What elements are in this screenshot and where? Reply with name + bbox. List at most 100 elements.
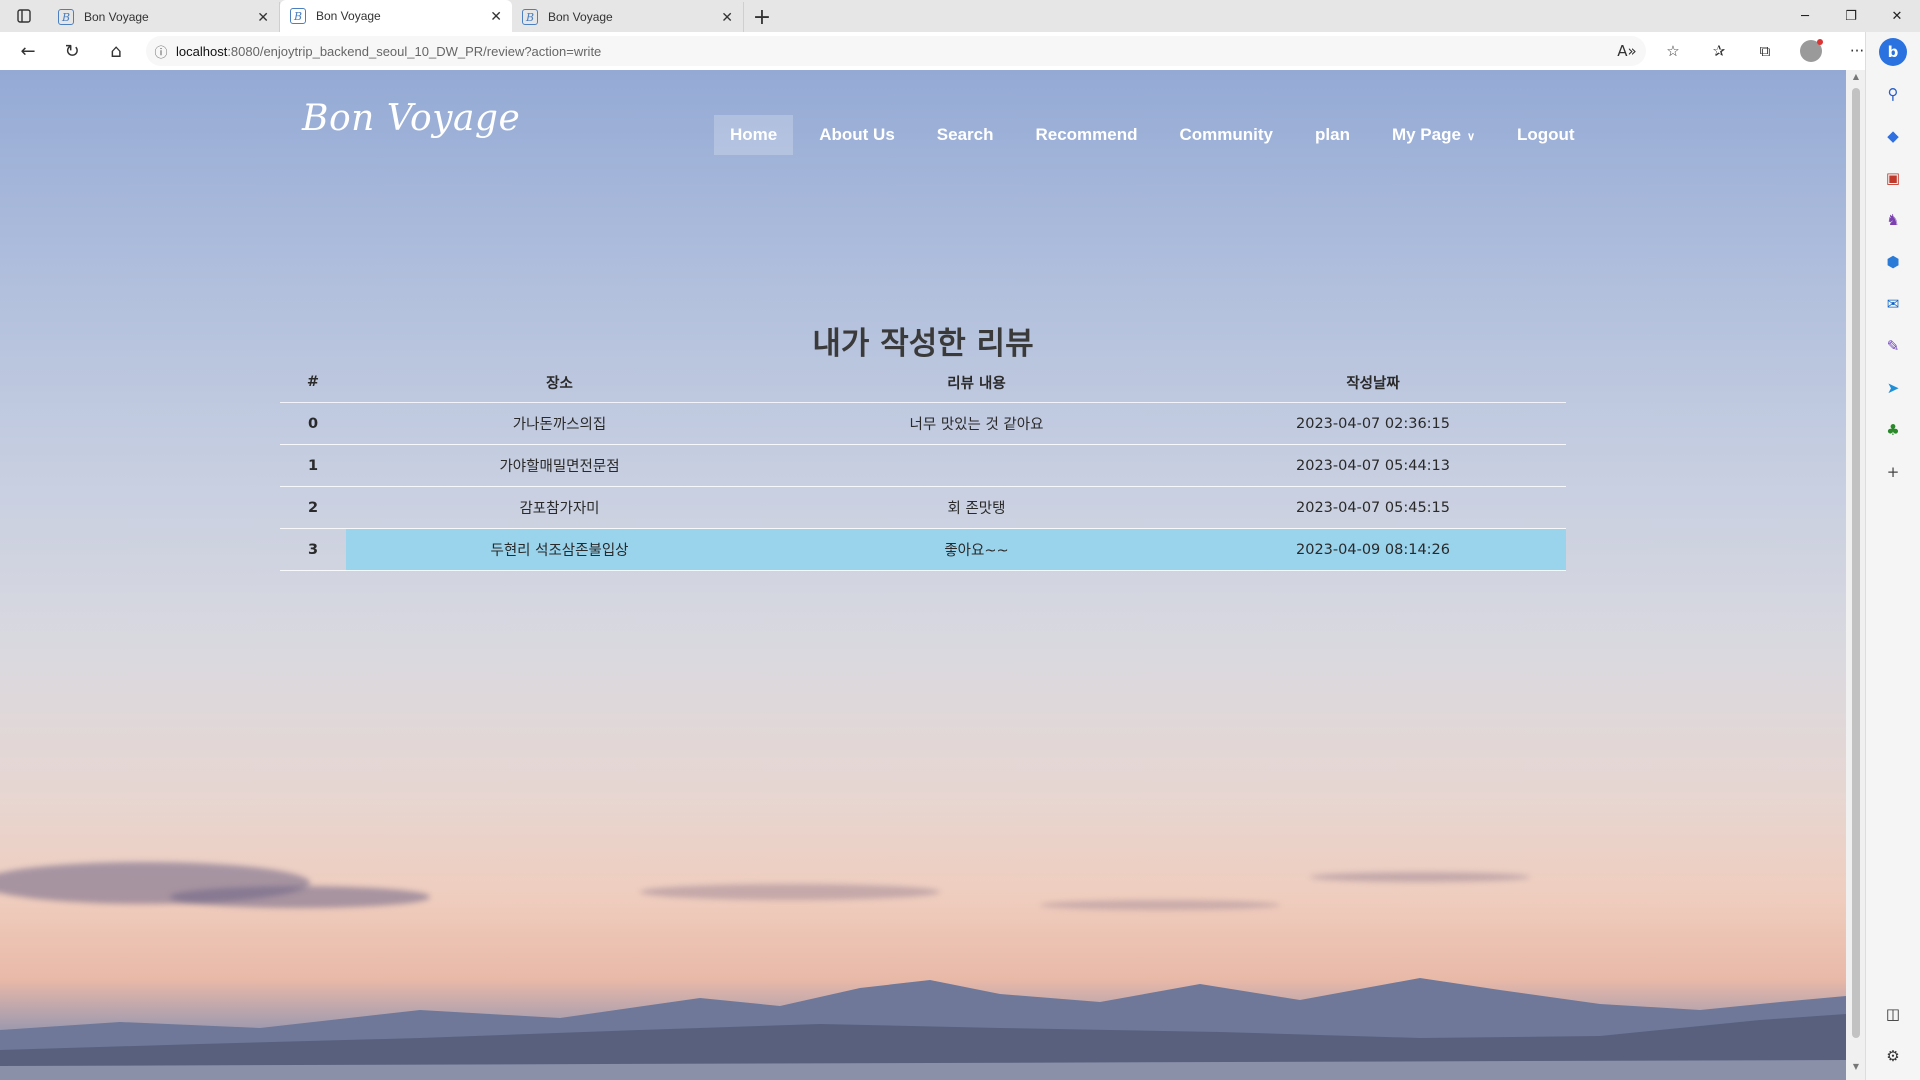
cloud-decoration — [1040, 900, 1280, 910]
home-button[interactable]: ⌂ — [94, 32, 138, 70]
site-header: Bon Voyage Home About Us Search Recommen… — [0, 70, 1846, 200]
close-tab-icon[interactable]: ✕ — [721, 9, 733, 26]
plus-icon: + — [752, 4, 772, 30]
browser-tab-2[interactable]: B Bon Voyage ✕ — [280, 0, 512, 32]
row-index: 0 — [280, 402, 346, 445]
search-icon[interactable]: ⚲ — [1879, 80, 1907, 108]
row-index: 3 — [280, 528, 346, 571]
site-favicon-icon: B — [522, 9, 538, 25]
outlook-icon[interactable]: ✉ — [1879, 290, 1907, 318]
address-bar-actions: A» ☆ ✰ ⧉ ··· — [1604, 32, 1880, 70]
scroll-up-icon[interactable]: ▲ — [1846, 72, 1866, 88]
row-place: 가야할매밀면전문점 — [346, 444, 773, 487]
address-bar: ← ↻ ⌂ ⓘ localhost:8080/enjoytrip_backend… — [0, 32, 1920, 71]
designer-icon[interactable]: ✎ — [1879, 332, 1907, 360]
profile-avatar[interactable] — [1800, 39, 1823, 62]
scrollbar-thumb[interactable] — [1852, 88, 1860, 1038]
close-window-button[interactable]: ✕ — [1874, 0, 1920, 32]
table-row-hovered[interactable]: 3 두현리 석조삼존불입상 좋아요~~ 2023-04-09 08:14:26 — [280, 528, 1566, 571]
row-date: 2023-04-07 02:36:15 — [1180, 402, 1566, 445]
tab-actions-button[interactable] — [0, 0, 48, 32]
table-row[interactable]: 2 감포참가자미 회 존맛탱 2023-04-07 05:45:15 — [280, 486, 1566, 529]
column-header-date: 작성날짜 — [1180, 362, 1566, 403]
scroll-down-icon[interactable]: ▼ — [1846, 1062, 1866, 1078]
url-input[interactable]: ⓘ localhost:8080/enjoytrip_backend_seoul… — [146, 36, 1646, 66]
info-icon[interactable]: ⓘ — [146, 42, 176, 61]
table-header-row: # 장소 리뷰 내용 작성날짜 — [280, 362, 1566, 403]
row-content: 너무 맛있는 것 같아요 — [773, 402, 1180, 445]
row-place: 가나돈까스의집 — [346, 402, 773, 445]
window-controls: ─ ❐ ✕ — [1782, 0, 1920, 32]
close-icon: ✕ — [1891, 8, 1903, 24]
gear-icon[interactable]: ⚙ — [1879, 1042, 1907, 1070]
chevron-down-icon: ∨ — [1466, 131, 1476, 143]
page-scrollbar[interactable]: ▲ ▼ — [1846, 70, 1866, 1080]
favorite-add-icon[interactable]: ☆ — [1650, 42, 1696, 60]
send-icon[interactable]: ➤ — [1879, 374, 1907, 402]
new-tab-button[interactable]: + — [744, 2, 780, 32]
row-place: 감포참가자미 — [346, 486, 773, 529]
sidebar-bottom-actions: ◫ ⚙ — [1879, 986, 1907, 1070]
read-aloud-icon[interactable]: A» — [1604, 42, 1650, 60]
site-favicon-icon: B — [290, 8, 306, 24]
tree-icon[interactable]: ♣ — [1879, 416, 1907, 444]
microsoft-365-icon[interactable]: ⬢ — [1879, 248, 1907, 276]
nav-recommend[interactable]: Recommend — [1019, 115, 1153, 155]
main-nav: Home About Us Search Recommend Community… — [714, 115, 1601, 155]
nav-my-page[interactable]: My Page ∨ — [1376, 115, 1491, 155]
hide-sidebar-icon[interactable]: ◫ — [1879, 1000, 1907, 1028]
games-icon[interactable]: ♞ — [1879, 206, 1907, 234]
browser-tab-1[interactable]: B Bon Voyage ✕ — [48, 2, 280, 32]
cloud-decoration — [1310, 872, 1530, 882]
tab-title: Bon Voyage — [316, 9, 381, 23]
table-row[interactable]: 1 가야할매밀면전문점 2023-04-07 05:44:13 — [280, 444, 1566, 487]
row-date: 2023-04-07 05:45:15 — [1180, 486, 1566, 529]
nav-my-page-label: My Page — [1391, 125, 1461, 144]
home-icon: ⌂ — [110, 40, 122, 62]
page-viewport: Bon Voyage Home About Us Search Recommen… — [0, 70, 1846, 1080]
restore-icon: ❐ — [1845, 8, 1857, 24]
row-place: 두현리 석조삼존불입상 — [346, 528, 773, 571]
column-header-place: 장소 — [346, 362, 773, 403]
close-tab-icon[interactable]: ✕ — [490, 8, 502, 25]
nav-search[interactable]: Search — [921, 115, 1010, 155]
nav-logout[interactable]: Logout — [1501, 115, 1591, 155]
url-path: :8080/enjoytrip_backend_seoul_10_DW_PR/r… — [227, 43, 602, 59]
shopping-tag-icon[interactable]: ◆ — [1879, 122, 1907, 150]
back-button[interactable]: ← — [6, 32, 50, 70]
mountain-silhouette — [0, 978, 1846, 1080]
add-sidebar-app-icon[interactable]: + — [1879, 458, 1907, 486]
table-row[interactable]: 0 가나돈까스의집 너무 맛있는 것 같아요 2023-04-07 02:36:… — [280, 402, 1566, 445]
row-content: 좋아요~~ — [773, 528, 1180, 571]
cloud-decoration — [640, 884, 940, 900]
row-date: 2023-04-09 08:14:26 — [1180, 528, 1566, 571]
bing-chat-icon[interactable]: b — [1879, 38, 1907, 66]
browser-tab-3[interactable]: B Bon Voyage ✕ — [512, 2, 744, 32]
minimize-icon: ─ — [1801, 8, 1809, 24]
site-logo[interactable]: Bon Voyage — [302, 98, 520, 139]
url-host: localhost — [176, 43, 228, 59]
nav-about-us[interactable]: About Us — [803, 115, 911, 155]
row-index: 2 — [280, 486, 346, 529]
row-date: 2023-04-07 05:44:13 — [1180, 444, 1566, 487]
restore-button[interactable]: ❐ — [1828, 0, 1874, 32]
favorites-icon[interactable]: ✰ — [1696, 42, 1742, 60]
tools-briefcase-icon[interactable]: ▣ — [1879, 164, 1907, 192]
nav-plan[interactable]: plan — [1299, 115, 1366, 155]
collections-icon[interactable]: ⧉ — [1742, 42, 1788, 60]
refresh-icon: ↻ — [64, 40, 80, 62]
row-content: 회 존맛탱 — [773, 486, 1180, 529]
tab-title: Bon Voyage — [548, 10, 613, 24]
row-index: 1 — [280, 444, 346, 487]
review-table: # 장소 리뷰 내용 작성날짜 0 가나돈까스의집 너무 맛있는 것 같아요 2… — [280, 362, 1566, 571]
tab-bar: B Bon Voyage ✕ B Bon Voyage ✕ B Bon Voya… — [0, 0, 1920, 32]
nav-community[interactable]: Community — [1164, 115, 1290, 155]
column-header-content: 리뷰 내용 — [773, 362, 1180, 403]
close-tab-icon[interactable]: ✕ — [257, 9, 269, 26]
tab-title: Bon Voyage — [84, 10, 149, 24]
cloud-decoration — [170, 886, 430, 908]
nav-home[interactable]: Home — [714, 115, 794, 155]
minimize-button[interactable]: ─ — [1782, 0, 1828, 32]
arrow-left-icon: ← — [20, 40, 36, 62]
refresh-button[interactable]: ↻ — [50, 32, 94, 70]
